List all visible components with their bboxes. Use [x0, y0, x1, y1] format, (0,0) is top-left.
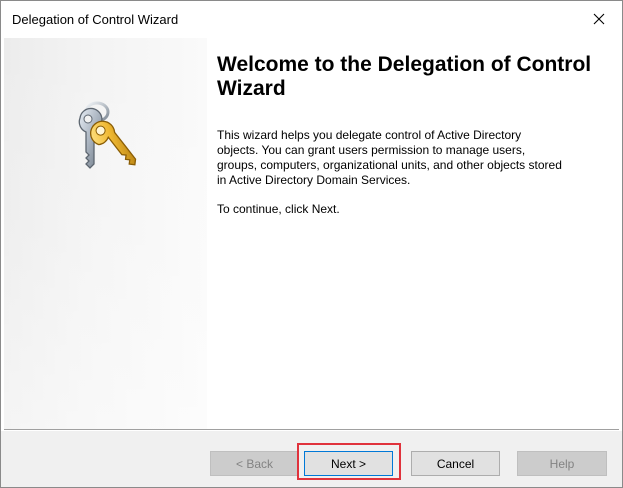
wizard-side-panel — [4, 38, 207, 429]
help-button[interactable]: Help — [517, 451, 607, 476]
wizard-description: This wizard helps you delegate control o… — [217, 128, 562, 187]
title-bar: Delegation of Control Wizard — [1, 1, 622, 37]
wizard-heading: Welcome to the Delegation of Control Wiz… — [217, 53, 592, 100]
back-button[interactable]: < Back — [210, 451, 299, 476]
close-button[interactable] — [576, 1, 622, 37]
cancel-button[interactable]: Cancel — [411, 451, 500, 476]
window-title: Delegation of Control Wizard — [12, 12, 179, 27]
next-button[interactable]: Next > — [304, 451, 393, 476]
keys-icon — [78, 101, 137, 169]
close-icon — [593, 13, 605, 25]
wizard-content: Welcome to the Delegation of Control Wiz… — [217, 53, 609, 217]
wizard-body: Welcome to the Delegation of Control Wiz… — [4, 38, 619, 429]
wizard-instruction: To continue, click Next. — [217, 202, 340, 216]
wizard-window: Delegation of Control Wizard Welcome to … — [0, 0, 623, 488]
wizard-footer: < Back Next > Cancel Help — [1, 431, 622, 487]
